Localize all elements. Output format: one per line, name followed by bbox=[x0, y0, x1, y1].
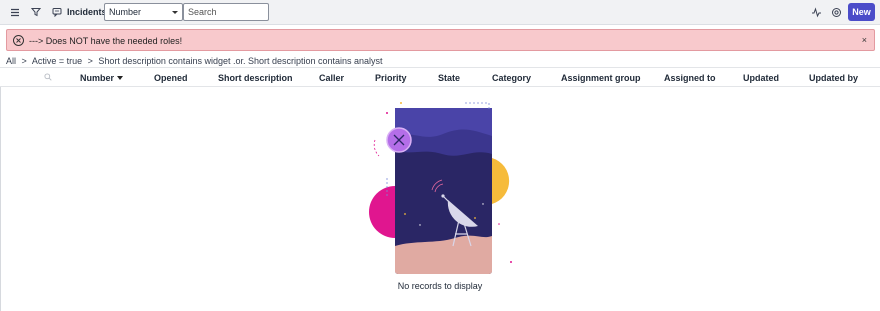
breadcrumb: All > Active = true > Short description … bbox=[6, 56, 386, 66]
column-short-description[interactable]: Short description bbox=[218, 73, 293, 83]
error-alert: ---> Does NOT have the needed roles! × bbox=[6, 29, 875, 51]
column-number-label: Number bbox=[80, 73, 115, 83]
empty-state-illustration bbox=[369, 102, 512, 274]
chat-bubble-icon[interactable] bbox=[50, 5, 64, 19]
column-number[interactable]: Number bbox=[80, 73, 124, 83]
breadcrumb-separator: > bbox=[21, 56, 27, 66]
list-left-border bbox=[0, 87, 1, 311]
filter-icon[interactable] bbox=[29, 5, 43, 19]
search-field-value: Number bbox=[109, 7, 142, 17]
search-field-select[interactable]: Number bbox=[104, 3, 183, 21]
column-caller[interactable]: Caller bbox=[319, 73, 344, 83]
column-search-icon[interactable] bbox=[44, 73, 52, 83]
column-priority[interactable]: Priority bbox=[375, 73, 407, 83]
column-category[interactable]: Category bbox=[492, 73, 531, 83]
column-assignment-group[interactable]: Assignment group bbox=[561, 73, 641, 83]
search-input[interactable] bbox=[183, 3, 269, 21]
close-icon[interactable]: × bbox=[862, 35, 867, 45]
alert-message: ---> Does NOT have the needed roles! bbox=[29, 36, 183, 46]
column-state[interactable]: State bbox=[438, 73, 460, 83]
chevron-down-icon bbox=[172, 11, 178, 14]
activity-icon[interactable] bbox=[809, 5, 823, 19]
hamburger-menu-icon[interactable] bbox=[8, 5, 22, 19]
error-circle-icon bbox=[13, 35, 24, 46]
column-updated-by[interactable]: Updated by bbox=[809, 73, 858, 83]
gear-icon[interactable] bbox=[829, 5, 843, 19]
column-opened[interactable]: Opened bbox=[154, 73, 188, 83]
list-header-row: Number Opened Short description Caller P… bbox=[0, 67, 880, 87]
column-assigned-to[interactable]: Assigned to bbox=[664, 73, 716, 83]
new-button[interactable]: New bbox=[848, 3, 875, 21]
sort-down-icon bbox=[117, 76, 124, 80]
empty-state-caption: No records to display bbox=[397, 281, 483, 291]
list-toolbar: Incidents Number New bbox=[0, 0, 880, 25]
column-updated[interactable]: Updated bbox=[743, 73, 779, 83]
breadcrumb-separator: > bbox=[87, 56, 93, 66]
breadcrumb-short-description[interactable]: Short description contains widget .or. S… bbox=[98, 56, 382, 66]
breadcrumb-active[interactable]: Active = true bbox=[32, 56, 82, 66]
list-title: Incidents bbox=[67, 7, 107, 17]
breadcrumb-all[interactable]: All bbox=[6, 56, 16, 66]
